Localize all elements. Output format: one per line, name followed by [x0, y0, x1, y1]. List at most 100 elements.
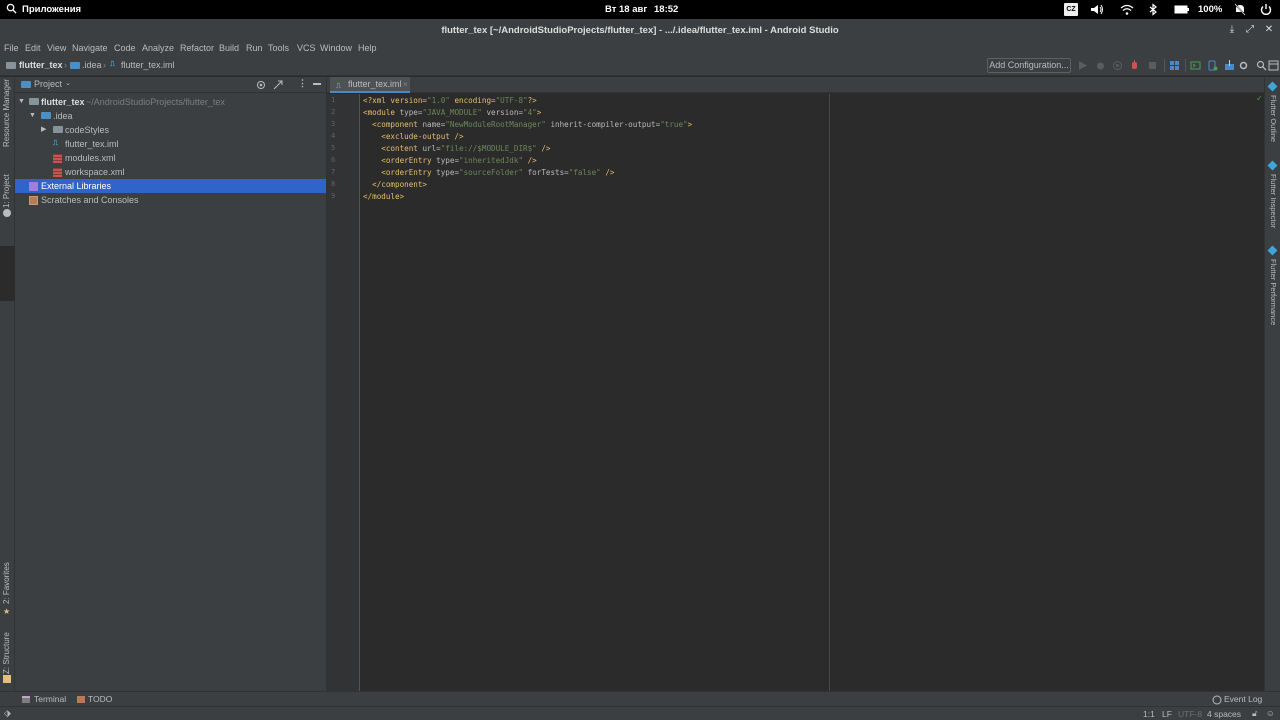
- menu-analyze[interactable]: Analyze: [142, 43, 174, 53]
- resource-manager-tab[interactable]: Resource Manager: [2, 79, 11, 147]
- bluetooth-icon[interactable]: [1146, 3, 1160, 16]
- tree-row-idea[interactable]: ▼ .idea: [15, 109, 326, 123]
- project-structure-icon[interactable]: [1169, 60, 1180, 71]
- sdk-manager-icon[interactable]: [1224, 60, 1235, 71]
- chevron-down-icon[interactable]: ⌄: [65, 79, 71, 87]
- system-time[interactable]: 18:52: [654, 4, 678, 15]
- expand-arrow-icon[interactable]: ▼: [18, 95, 26, 109]
- wifi-icon[interactable]: [1120, 3, 1134, 16]
- locate-icon[interactable]: [256, 80, 266, 90]
- power-icon[interactable]: [1259, 3, 1273, 16]
- file-encoding[interactable]: UTF-8: [1178, 709, 1202, 719]
- menu-tools[interactable]: Tools: [268, 43, 289, 53]
- flutter-inspector-tab[interactable]: Flutter Inspector: [1269, 174, 1278, 228]
- project-tab-label[interactable]: 1: Project: [2, 174, 11, 208]
- left-tool-stripe: Resource Manager 1: Project 2: Favorites…: [0, 77, 15, 691]
- breadcrumb-separator: ›: [103, 60, 106, 70]
- lock-icon[interactable]: 🔓︎: [1252, 708, 1258, 719]
- tree-row-external-libraries[interactable]: External Libraries: [15, 179, 326, 193]
- menu-code[interactable]: Code: [114, 43, 136, 53]
- inspector-icon[interactable]: ☺︎: [1266, 708, 1275, 718]
- editor-tab-bar: ⎍ flutter_tex.iml ×: [327, 77, 1264, 93]
- breadcrumb-file[interactable]: flutter_tex.iml: [121, 60, 175, 70]
- close-icon[interactable]: ✕: [1263, 24, 1275, 36]
- close-tab-icon[interactable]: ×: [403, 77, 408, 92]
- todo-tab[interactable]: TODO: [88, 694, 112, 704]
- bottom-tool-bar: Terminal TODO Event Log: [0, 691, 1280, 706]
- project-tab-icon: [3, 209, 11, 217]
- favorites-tab[interactable]: 2: Favorites: [2, 562, 11, 604]
- star-icon: ★: [3, 607, 11, 616]
- tree-label: codeStyles: [65, 125, 110, 135]
- battery-icon[interactable]: [1174, 3, 1190, 16]
- event-log-icon: [1212, 695, 1222, 705]
- flutter-performance-tab[interactable]: Flutter Performance: [1269, 259, 1278, 325]
- code-line: </module>: [363, 192, 405, 201]
- tree-row-root[interactable]: ▼ flutter_tex ~/AndroidStudioProjects/fl…: [15, 95, 326, 109]
- menu-run[interactable]: Run: [246, 43, 263, 53]
- maximize-icon[interactable]: ⤢: [1244, 24, 1256, 36]
- flutter-icon: [1267, 245, 1278, 256]
- code-line: <orderEntry type="inheritedJdk" />: [363, 156, 537, 165]
- keyboard-layout-indicator[interactable]: CZ: [1064, 3, 1078, 16]
- tree-row-iml[interactable]: ⎍ flutter_tex.iml: [15, 137, 326, 151]
- caret-position[interactable]: 1:1: [1143, 709, 1155, 719]
- volume-icon[interactable]: [1090, 3, 1104, 16]
- indent-setting[interactable]: 4 spaces: [1207, 709, 1241, 719]
- device-manager-icon[interactable]: [1207, 60, 1218, 71]
- collapsed-arrow-icon[interactable]: ▶: [41, 123, 49, 137]
- structure-tab[interactable]: Z: Structure: [2, 632, 11, 674]
- menu-window[interactable]: Window: [320, 43, 352, 53]
- expand-arrow-icon[interactable]: ▼: [29, 109, 37, 123]
- settings-icon[interactable]: [1238, 60, 1249, 71]
- code-line: <orderEntry type="sourceFolder" forTests…: [363, 168, 615, 177]
- menu-navigate[interactable]: Navigate: [72, 43, 108, 53]
- breadcrumb-idea[interactable]: .idea: [82, 60, 102, 70]
- breadcrumb-project[interactable]: flutter_tex: [19, 60, 63, 70]
- search-everywhere-icon[interactable]: [1256, 60, 1267, 71]
- tree-row-workspace[interactable]: workspace.xml: [15, 165, 326, 179]
- menu-help[interactable]: Help: [358, 43, 377, 53]
- applications-menu[interactable]: Приложения: [22, 4, 81, 15]
- run-icon[interactable]: [1077, 60, 1088, 71]
- status-bar: ⬗ 1:1 LF UTF-8 4 spaces 🔓︎ ☺︎: [0, 706, 1280, 720]
- menu-refactor[interactable]: Refactor: [180, 43, 214, 53]
- project-view-selector[interactable]: Project: [34, 79, 62, 89]
- menu-vcs[interactable]: VCS: [297, 43, 316, 53]
- menu-build[interactable]: Build: [219, 43, 239, 53]
- system-date[interactable]: Вт 18 авг: [605, 4, 647, 15]
- profile-icon[interactable]: [1112, 60, 1123, 71]
- collapse-all-icon[interactable]: [273, 80, 283, 90]
- window-title: flutter_tex [~/AndroidStudioProjects/flu…: [441, 25, 839, 36]
- project-tool-tab[interactable]: [0, 246, 15, 301]
- code-line: <module type="JAVA_MODULE" version="4">: [363, 108, 542, 117]
- layout-icon[interactable]: [1268, 60, 1279, 71]
- terminal-tab[interactable]: Terminal: [34, 694, 66, 704]
- inspection-ok-icon[interactable]: ✓: [1256, 94, 1263, 103]
- tree-row-scratches[interactable]: Scratches and Consoles: [15, 193, 326, 207]
- menu-file[interactable]: File: [4, 43, 19, 53]
- event-log-tab[interactable]: Event Log: [1224, 694, 1262, 704]
- editor-tab-active[interactable]: ⎍ flutter_tex.iml ×: [330, 77, 410, 93]
- project-folder-icon: [6, 62, 16, 69]
- project-panel: Project ⌄ ⋮ ▼ flutter_tex ~/AndroidStudi…: [15, 77, 326, 691]
- code-editor[interactable]: [360, 94, 1264, 691]
- hide-panel-icon[interactable]: [313, 83, 321, 85]
- tree-row-codestyles[interactable]: ▶ codeStyles: [15, 123, 326, 137]
- line-separator[interactable]: LF: [1162, 709, 1172, 719]
- search-icon[interactable]: [6, 3, 17, 14]
- minimize-icon[interactable]: ⤓: [1226, 24, 1238, 36]
- code-line: <content url="file://$MODULE_DIR$" />: [363, 144, 551, 153]
- debug-icon[interactable]: [1095, 60, 1106, 71]
- flutter-outline-tab[interactable]: Flutter Outline: [1269, 95, 1278, 142]
- sync-gradle-icon[interactable]: [1190, 60, 1201, 71]
- menu-edit[interactable]: Edit: [25, 43, 41, 53]
- tree-row-modules[interactable]: modules.xml: [15, 151, 326, 165]
- attach-debugger-icon[interactable]: [1129, 60, 1140, 71]
- menu-view[interactable]: View: [47, 43, 66, 53]
- add-configuration-button[interactable]: Add Configuration...: [987, 58, 1071, 73]
- options-icon[interactable]: ⋮: [298, 78, 307, 89]
- stop-icon[interactable]: [1147, 60, 1158, 71]
- tool-windows-toggle-icon[interactable]: ⬗: [4, 708, 11, 719]
- notifications-off-icon[interactable]: [1233, 3, 1247, 16]
